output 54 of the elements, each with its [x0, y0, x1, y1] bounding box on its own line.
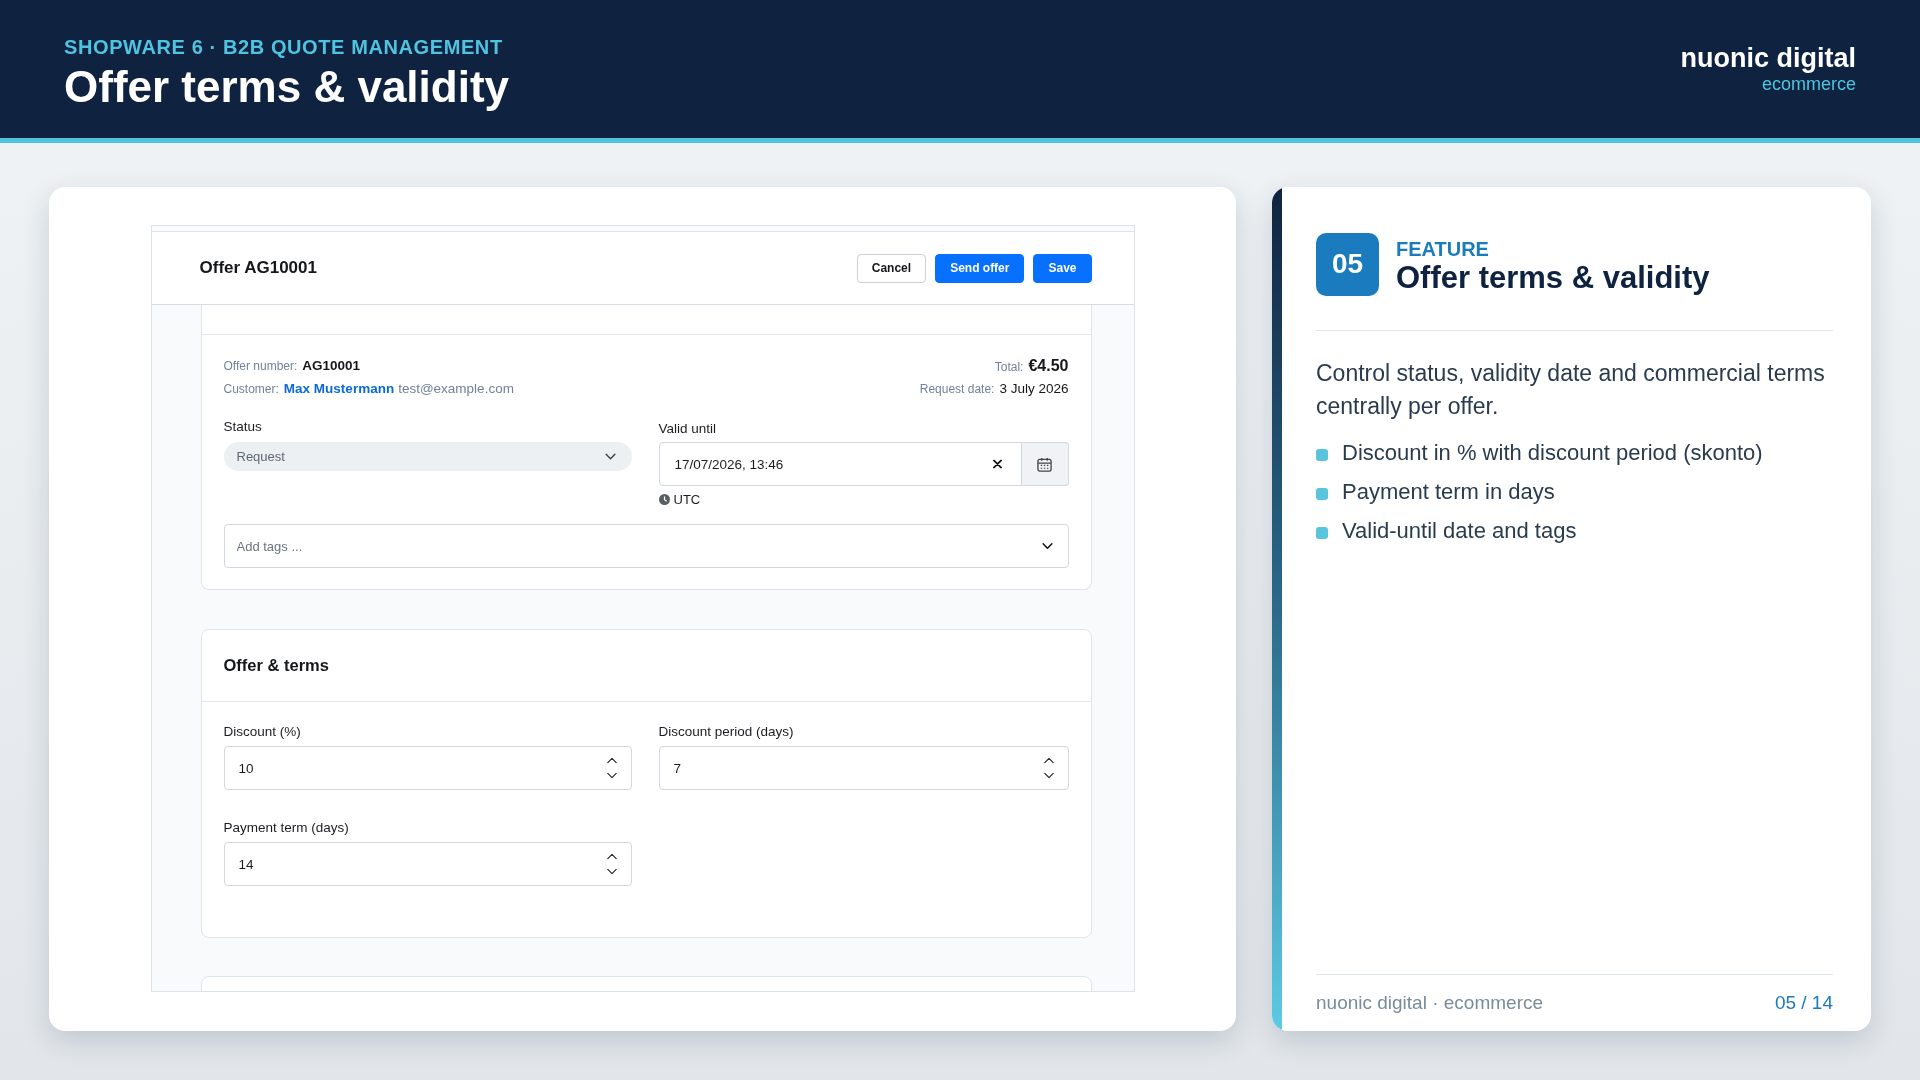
- offer-number-label: Offer number:: [223, 358, 298, 375]
- bullet-text: Discount in % with discount period (skonto): [1342, 439, 1763, 467]
- chevron-down-icon: [604, 453, 616, 460]
- offer-number-value: AG10001: [302, 357, 361, 374]
- number-field[interactable]: 10: [223, 746, 632, 790]
- chevron-up-icon[interactable]: [1043, 757, 1054, 764]
- customer-label: Customer:: [223, 381, 279, 398]
- chevron-down-icon[interactable]: [606, 772, 617, 779]
- offer-title: Offer AG10001: [199, 258, 317, 278]
- customer-link[interactable]: Max Mustermann: [283, 380, 395, 397]
- field-label: Payment term (days): [223, 820, 349, 836]
- bullet-icon: [1316, 448, 1328, 461]
- chevron-down-icon[interactable]: [1043, 772, 1054, 779]
- clock-icon: [658, 494, 670, 505]
- primary-button[interactable]: Save: [1033, 253, 1092, 283]
- footer-brand: nuonic digital · ecommerce: [1316, 992, 1544, 1014]
- customer-email: test@example.com: [398, 380, 514, 397]
- tags-field[interactable]: Add tags ...: [223, 524, 1069, 568]
- chevron-up-icon[interactable]: [606, 757, 617, 764]
- bullet-text: Valid-until date and tags: [1342, 517, 1577, 545]
- slide-title: Offer terms & validity: [64, 61, 510, 112]
- timezone-label: UTC: [673, 492, 701, 507]
- secondary-button[interactable]: Cancel: [856, 253, 927, 283]
- bullet-text: Payment term in days: [1342, 478, 1555, 506]
- bullet-icon: [1316, 526, 1328, 539]
- field-label: Discount (%): [223, 724, 301, 740]
- brand-name: nuonic digital: [1680, 43, 1856, 73]
- feature-description: Control status, validity date and commercial terms centrally per offer.: [1316, 359, 1826, 421]
- field-label: Valid until: [658, 421, 717, 437]
- chevron-down-icon[interactable]: [606, 868, 617, 875]
- number-field[interactable]: 7: [658, 746, 1069, 790]
- total-value: €4.50: [1028, 357, 1069, 374]
- bullet-icon: [1316, 487, 1328, 500]
- status-select[interactable]: Request: [223, 442, 632, 471]
- chevron-up-icon[interactable]: [606, 853, 617, 860]
- field-label: Discount period (days): [658, 724, 794, 740]
- request-date-value: 3 July 2026: [999, 380, 1069, 397]
- clear-icon[interactable]: [992, 459, 1002, 469]
- page-number: 05 / 14: [1774, 992, 1833, 1014]
- slide-eyebrow: SHOPWARE 6 · B2B QUOTE MANAGEMENT: [64, 34, 504, 59]
- calendar-icon: [1037, 456, 1052, 472]
- number-field[interactable]: 14: [223, 842, 632, 886]
- total-label: Total:: [994, 359, 1024, 376]
- calendar-button[interactable]: [1021, 442, 1069, 486]
- primary-button[interactable]: Send offer: [935, 253, 1025, 283]
- section-title: Offer & terms: [223, 656, 329, 675]
- chevron-down-icon[interactable]: [1041, 542, 1053, 550]
- feature-title: Offer terms & validity: [1396, 260, 1710, 296]
- field-label: Status: [223, 419, 262, 435]
- number-badge: 05: [1316, 232, 1379, 296]
- brand-tagline: ecommerce: [1761, 73, 1856, 95]
- feature-eyebrow: FEATURE: [1396, 238, 1490, 260]
- request-date-label: Request date:: [919, 381, 995, 398]
- date-field[interactable]: 17/07/2026, 13:46: [658, 442, 1022, 486]
